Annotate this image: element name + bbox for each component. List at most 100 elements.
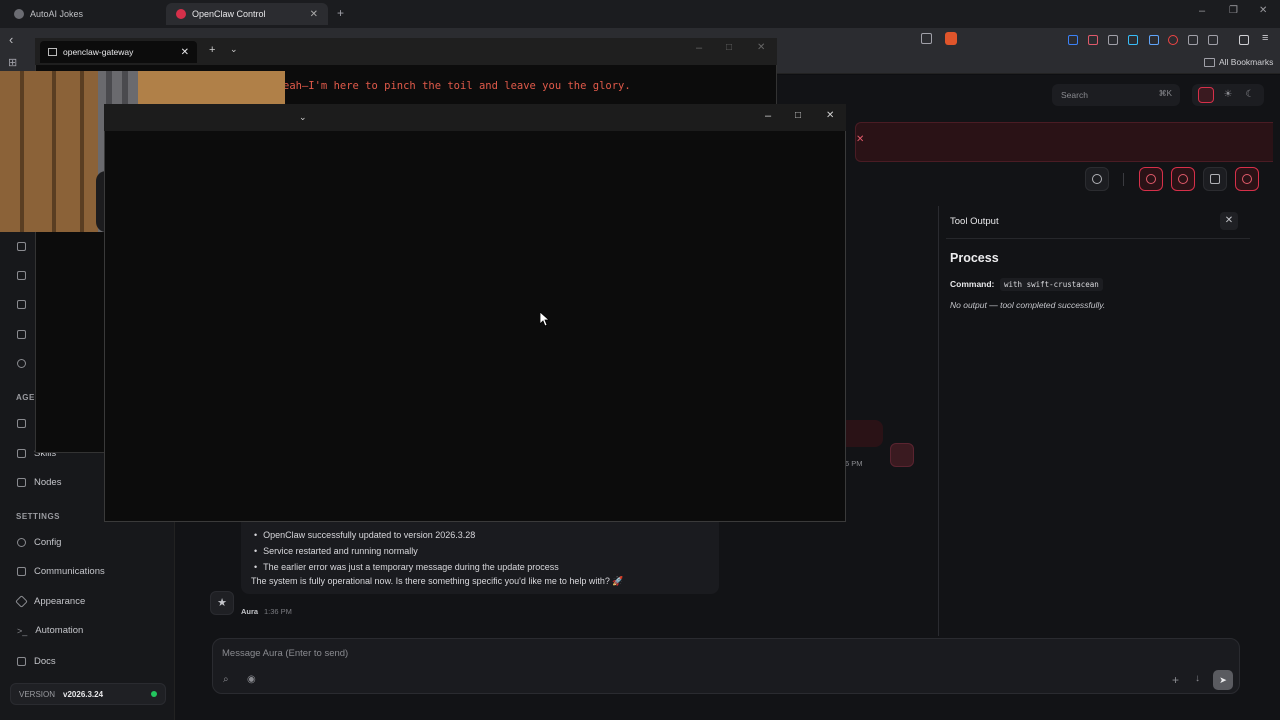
extension-icon[interactable] bbox=[1188, 35, 1198, 45]
sidebar-item-appearance[interactable]: Appearance bbox=[15, 595, 85, 608]
close-window-icon[interactable]: ✕ bbox=[1259, 5, 1267, 16]
all-bookmarks-link[interactable]: All Bookmarks bbox=[1219, 57, 1273, 67]
apps-grid-icon[interactable]: ⊞ bbox=[8, 56, 17, 69]
maximize-window-icon[interactable]: □ bbox=[795, 110, 801, 121]
loader-icon bbox=[17, 359, 26, 368]
extension-icon[interactable] bbox=[1068, 35, 1078, 45]
tool-output-note: No output — tool completed successfully. bbox=[950, 300, 1106, 310]
browser-tab-label: OpenClaw Control bbox=[192, 9, 266, 19]
command-label: Command: bbox=[950, 279, 995, 289]
chat-icon bbox=[17, 567, 26, 576]
user-avatar bbox=[890, 443, 914, 467]
minimize-window-icon[interactable]: – bbox=[765, 110, 771, 122]
terminal-icon bbox=[48, 48, 57, 56]
dismiss-banner-button[interactable]: ✕ bbox=[856, 134, 864, 145]
sidebar-item-automation[interactable]: >_ Automation bbox=[17, 625, 83, 636]
chevron-down-icon[interactable]: ⌄ bbox=[299, 112, 307, 123]
divider bbox=[1123, 173, 1124, 186]
sidebar-item-docs[interactable]: Docs bbox=[17, 656, 56, 667]
message-author: Aura bbox=[241, 607, 259, 616]
extension-icon[interactable] bbox=[1149, 35, 1159, 45]
version-value: v2026.3.24 bbox=[63, 689, 104, 699]
message-bullet: The earlier error was just a temporary m… bbox=[254, 562, 559, 572]
refresh-button[interactable] bbox=[1085, 167, 1109, 191]
new-tab-button[interactable]: + bbox=[209, 44, 215, 56]
minimize-window-icon[interactable]: – bbox=[1199, 5, 1205, 17]
browser-tab-openclaw[interactable]: OpenClaw Control ✕ bbox=[166, 3, 328, 25]
monitor-theme-button[interactable] bbox=[1198, 87, 1214, 103]
tool-output-heading: Process bbox=[950, 251, 999, 265]
message-time: 1:36 PM bbox=[264, 607, 292, 616]
search-input[interactable]: Search ⌘K bbox=[1052, 84, 1180, 106]
document-icon bbox=[17, 300, 26, 309]
restore-window-icon[interactable]: ❐ bbox=[1229, 5, 1238, 16]
browser-tab-autoai[interactable]: AutoAI Jokes bbox=[4, 3, 164, 25]
close-window-icon[interactable]: ✕ bbox=[826, 110, 834, 121]
browser-tab-label: AutoAI Jokes bbox=[30, 9, 84, 19]
error-banner bbox=[855, 122, 1273, 162]
command-value: with swift-crustacean bbox=[1000, 278, 1103, 291]
openclaw-logo-icon bbox=[176, 9, 186, 19]
sidebar-item-communications[interactable]: Communications bbox=[17, 566, 105, 577]
minimize-window-icon[interactable]: – bbox=[696, 42, 702, 54]
moon-theme-button[interactable]: ☾ bbox=[1242, 87, 1258, 103]
message-text: The system is fully operational now. Is … bbox=[251, 576, 624, 586]
extension-icon[interactable] bbox=[1168, 35, 1178, 45]
extension-icon[interactable] bbox=[1108, 35, 1118, 45]
brave-shield-icon[interactable] bbox=[945, 32, 957, 45]
search-shortcut: ⌘K bbox=[1158, 89, 1172, 98]
sidebar-section-agents: AGE bbox=[16, 393, 35, 402]
terminal-window-empty bbox=[104, 104, 846, 522]
theme-switcher: ☀ ☾ bbox=[1192, 84, 1264, 106]
share-icon[interactable] bbox=[921, 33, 932, 44]
message-input[interactable]: Message Aura (Enter to send) bbox=[222, 648, 348, 659]
menu-icon[interactable]: ≡ bbox=[1262, 32, 1268, 44]
version-label: VERSION bbox=[19, 689, 56, 699]
chevron-down-icon[interactable]: ⌄ bbox=[230, 44, 238, 55]
user-message-bubble bbox=[840, 420, 883, 447]
star-icon: ★ bbox=[217, 597, 227, 609]
close-tab-icon[interactable]: ✕ bbox=[310, 9, 318, 20]
microphone-icon[interactable]: ◉ bbox=[247, 674, 256, 685]
brain-toggle-button[interactable] bbox=[1139, 167, 1163, 191]
sun-theme-button[interactable]: ☀ bbox=[1220, 87, 1236, 103]
puzzle-icon[interactable] bbox=[1208, 35, 1218, 45]
divider bbox=[946, 238, 1250, 239]
sidebar-item-label: Config bbox=[34, 537, 62, 548]
new-tab-button[interactable]: + bbox=[337, 6, 344, 20]
add-icon[interactable]: + bbox=[1172, 673, 1179, 687]
sidebar-item-config[interactable]: Config bbox=[17, 537, 61, 548]
message-time: 6 PM bbox=[845, 459, 863, 468]
close-tool-output-button[interactable]: ✕ bbox=[1220, 212, 1238, 230]
terminal-tab[interactable]: openclaw-gateway ✕ bbox=[40, 41, 197, 63]
terminal-tab-title: openclaw-gateway bbox=[63, 47, 134, 57]
back-icon[interactable]: ‹ bbox=[9, 32, 13, 47]
sidebar-section-settings: SETTINGS bbox=[16, 512, 61, 521]
extension-icon[interactable] bbox=[1128, 35, 1138, 45]
tools-toggle-button[interactable] bbox=[1171, 167, 1195, 191]
assistant-avatar: ★ bbox=[210, 591, 234, 615]
refresh-icon bbox=[1092, 174, 1102, 184]
status-dot bbox=[151, 691, 157, 697]
close-tab-icon[interactable]: ✕ bbox=[181, 47, 189, 58]
browser-tab-strip: AutoAI Jokes OpenClaw Control ✕ + – ❐ ✕ bbox=[0, 0, 1280, 28]
terminal-titlebar bbox=[104, 104, 846, 131]
focus-button[interactable] bbox=[1203, 167, 1227, 191]
message-composer[interactable] bbox=[212, 638, 1240, 694]
clock-icon bbox=[1242, 174, 1252, 184]
sidebar-toggle-icon[interactable] bbox=[1239, 35, 1249, 45]
attach-icon[interactable]: ⌕ bbox=[223, 674, 229, 685]
extension-icon[interactable] bbox=[1088, 35, 1098, 45]
maximize-window-icon[interactable]: □ bbox=[726, 42, 732, 53]
message-bullet: OpenClaw successfully updated to version… bbox=[254, 530, 475, 540]
folder-icon bbox=[17, 419, 26, 428]
history-toggle-button[interactable] bbox=[1235, 167, 1259, 191]
download-icon[interactable]: ↓ bbox=[1195, 673, 1200, 684]
sidebar-item-nodes[interactable]: Nodes bbox=[17, 477, 61, 488]
nodes-icon bbox=[17, 478, 26, 487]
folder-icon bbox=[1204, 58, 1215, 67]
send-button[interactable]: ➤ bbox=[1213, 670, 1233, 690]
tool-output-title: Tool Output bbox=[950, 216, 999, 227]
sidebar-item-label: Automation bbox=[35, 625, 84, 636]
close-window-icon[interactable]: ✕ bbox=[757, 42, 765, 53]
